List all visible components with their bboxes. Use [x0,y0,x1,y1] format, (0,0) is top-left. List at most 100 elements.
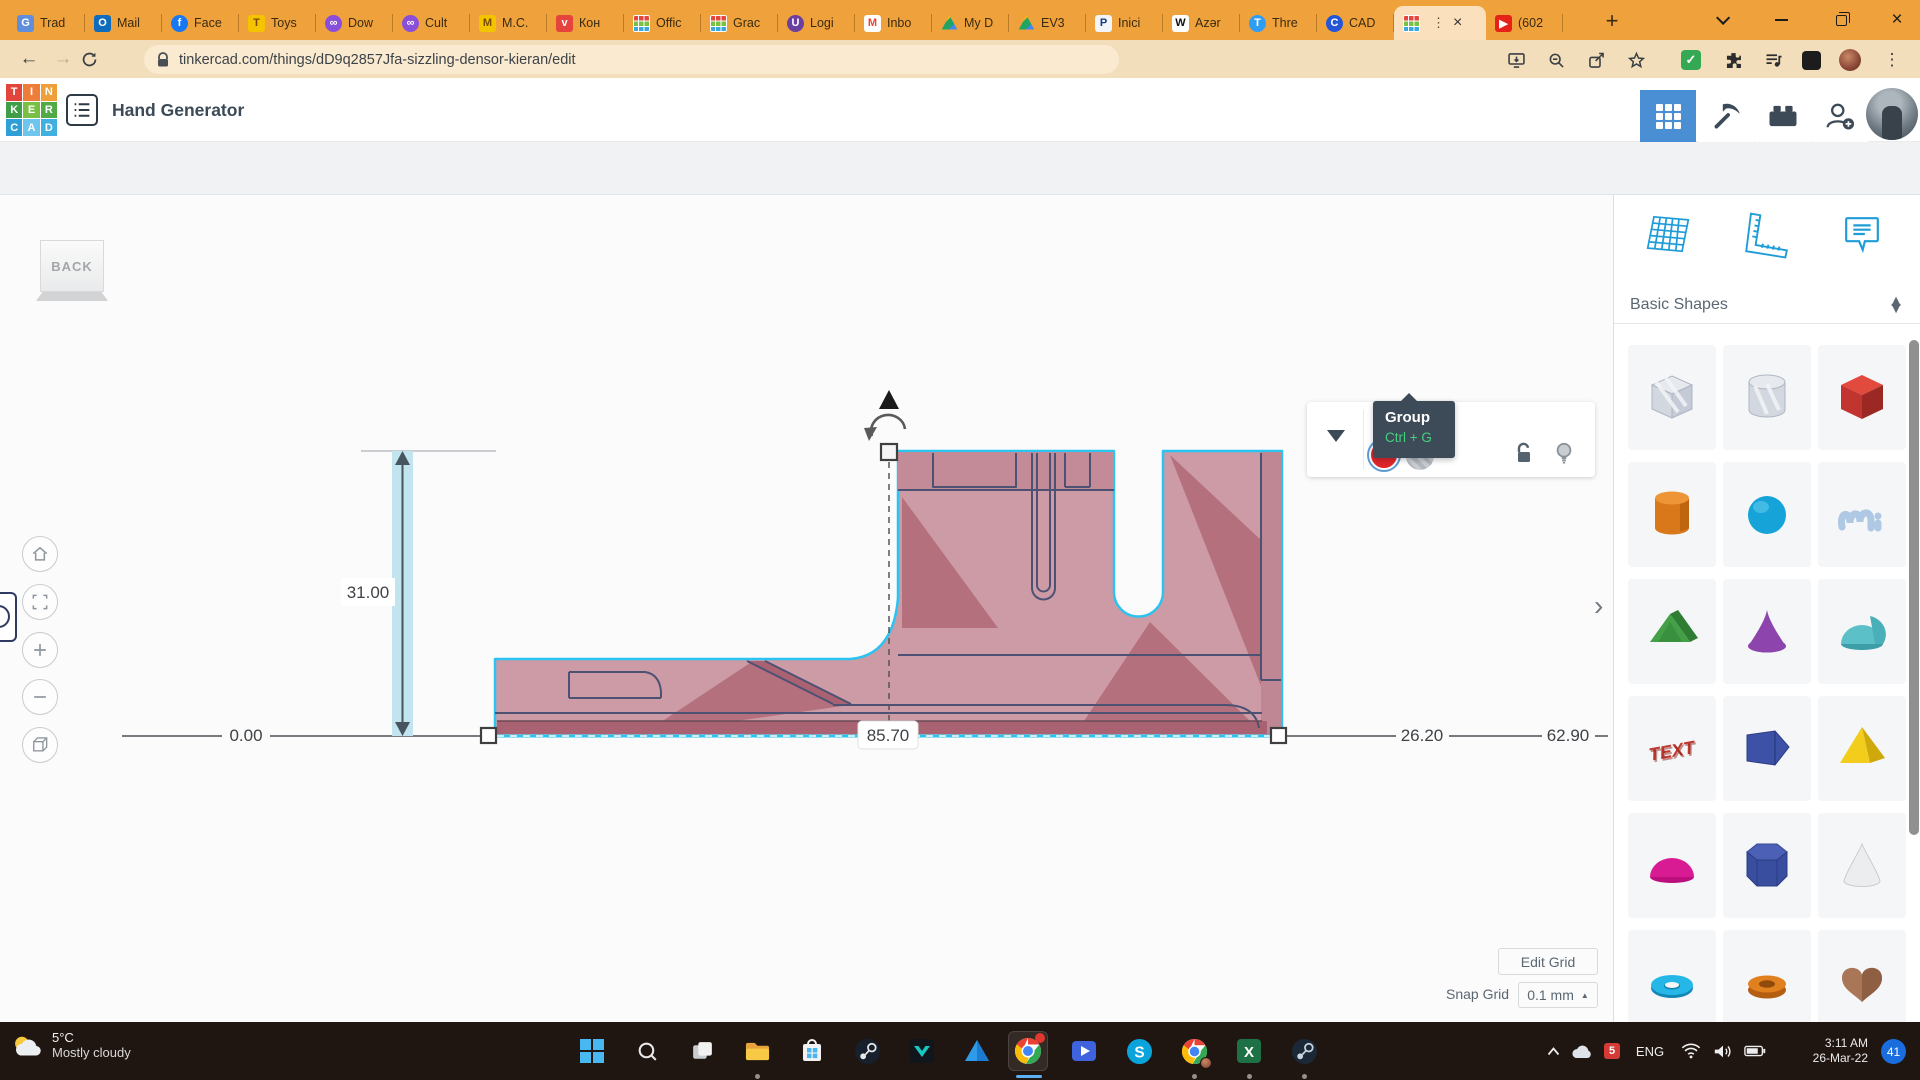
account-avatar[interactable] [1866,88,1918,140]
workplane-tool[interactable] [1639,205,1697,263]
back-icon[interactable]: ← [12,48,46,70]
lock-icon[interactable] [1513,442,1535,466]
shape-tile-polygon-blue[interactable] [1723,813,1811,918]
dark-mode-extension-icon[interactable] [1798,47,1824,73]
browser-tab[interactable]: vКон [547,6,624,40]
height-dimension-value[interactable]: 31.00 [347,583,390,602]
rotate-handle[interactable] [871,415,905,436]
new-tab-button[interactable]: + [1596,8,1628,34]
shape-tile-roof-green[interactable] [1628,579,1716,684]
browser-tab[interactable]: Offic [624,6,701,40]
width-dimension-value[interactable]: 26.20 [1401,726,1444,745]
edit-grid-button[interactable]: Edit Grid [1498,948,1598,975]
predator-icon[interactable] [902,1031,942,1071]
shape-tile-box-transparent[interactable] [1628,345,1716,450]
tab-close-icon[interactable]: × [1453,14,1462,32]
ruler-tool[interactable] [1736,205,1794,263]
browser-tab[interactable]: WAzər [1163,6,1240,40]
shape-tile-tube-orange[interactable] [1723,930,1811,1035]
browser-tab[interactable]: ∞Cult [393,6,470,40]
steam-running-icon[interactable] [1284,1031,1324,1071]
microsoft-store-icon[interactable] [792,1031,832,1071]
design-menu-icon[interactable] [66,94,98,126]
sidebar-scrollbar[interactable] [1909,340,1919,835]
browser-tab[interactable]: MM.C. [470,6,547,40]
browser-tab[interactable]: PInici [1086,6,1163,40]
window-search-tabs-icon[interactable] [1698,0,1744,40]
browser-tab[interactable]: GTrad [8,6,85,40]
position-value[interactable]: 85.70 [867,726,910,745]
hide-lightbulb-icon[interactable] [1553,440,1575,466]
zoom-page-icon[interactable] [1543,47,1569,73]
skype-icon[interactable]: S [1119,1031,1159,1071]
steam-icon[interactable] [847,1031,887,1071]
mode-brick-button[interactable] [1755,90,1811,142]
window-minimize-button[interactable] [1758,0,1804,40]
weather-widget[interactable]: 5°C Mostly cloudy [10,1030,131,1064]
browser-tab[interactable]: fFace [162,6,239,40]
browser-tab[interactable]: ▶(602 [1486,6,1563,40]
start-button[interactable] [572,1031,612,1071]
forward-icon[interactable]: → [46,48,80,70]
browser-tab[interactable]: TThre [1240,6,1317,40]
invite-people-button[interactable] [1812,90,1868,142]
browser-tab[interactable]: TToys [239,6,316,40]
tinkercad-logo[interactable]: TINKERCAD [6,84,57,136]
chrome-profile-icon[interactable] [1174,1031,1214,1071]
shape-tile-cylinder-transparent[interactable] [1723,345,1811,450]
bookmark-star-icon[interactable] [1623,47,1649,73]
share-icon[interactable] [1583,47,1609,73]
raise-arrow-handle[interactable] [879,390,899,409]
shape-tile-pyramid-yellow[interactable] [1818,696,1906,801]
shape-tile-wedge-blue[interactable] [1723,696,1811,801]
shape-tile-scribble-blue[interactable] [1818,462,1906,567]
mode-minecraft-button[interactable] [1698,90,1754,142]
browser-tab[interactable]: MInbo [855,6,932,40]
shape-tile-half-sphere-magenta[interactable] [1628,813,1716,918]
url-omnibox[interactable]: tinkercad.com/things/dD9q2857Jfa-sizzlin… [144,45,1119,74]
tray-recorder-icon[interactable]: 5 [1598,1031,1626,1071]
shape-tile-paraboloid-white[interactable] [1818,813,1906,918]
shape-tile-sphere-blue[interactable] [1723,462,1811,567]
shape-category-dropdown[interactable]: Basic Shapes ▲▼ [1614,286,1920,324]
reload-icon[interactable] [80,50,114,69]
panel-collapse-caret[interactable] [1327,430,1345,442]
drive-triangle-icon[interactable] [957,1031,997,1071]
movies-app-icon[interactable] [1064,1031,1104,1071]
design-canvas[interactable]: BACK › [0,195,1613,1022]
battery-icon[interactable] [1740,1031,1770,1071]
file-explorer-icon[interactable] [737,1031,777,1071]
language-indicator[interactable]: ENG [1630,1031,1670,1071]
window-restore-button[interactable] [1818,0,1864,40]
browser-tab[interactable]: My D [932,6,1009,40]
tray-onedrive-icon[interactable] [1568,1031,1596,1071]
design-title[interactable]: Hand Generator [112,100,244,121]
shape-tile-cylinder-orange[interactable] [1628,462,1716,567]
shape-tile-box-red[interactable] [1818,345,1906,450]
tray-expand-chevron[interactable] [1540,1031,1566,1071]
shape-tile-cone-purple[interactable] [1723,579,1811,684]
snap-grid-dropdown[interactable]: 0.1 mm▲ [1518,982,1598,1008]
install-app-icon[interactable] [1503,47,1529,73]
browser-tab[interactable]: OMail [85,6,162,40]
shape-tile-heart-brown[interactable] [1818,930,1906,1035]
scale-handle-right[interactable] [1271,728,1286,743]
search-icon[interactable] [627,1031,667,1071]
browser-tab[interactable]: Grac [701,6,778,40]
volume-icon[interactable] [1708,1031,1738,1071]
shape-tile-text-red[interactable]: TEXTTEXT [1628,696,1716,801]
browser-tab[interactable]: ∞Dow [316,6,393,40]
scale-handle-left[interactable] [481,728,496,743]
extensions-puzzle-icon[interactable] [1720,47,1746,73]
chrome-taskbar-icon[interactable] [1008,1031,1048,1071]
browser-tab[interactable]: ULogi [778,6,855,40]
browser-menu-icon[interactable]: ⋮ [1879,47,1905,73]
wifi-icon[interactable] [1676,1031,1706,1071]
shape-tile-torus-cyan[interactable] [1628,930,1716,1035]
window-close-button[interactable]: × [1874,0,1920,40]
task-view-icon[interactable] [682,1031,722,1071]
browser-tab[interactable]: CCAD [1317,6,1394,40]
scale-handle-top[interactable] [881,444,897,460]
browser-tab[interactable]: EV3 [1009,6,1086,40]
notes-tool[interactable] [1833,205,1891,263]
